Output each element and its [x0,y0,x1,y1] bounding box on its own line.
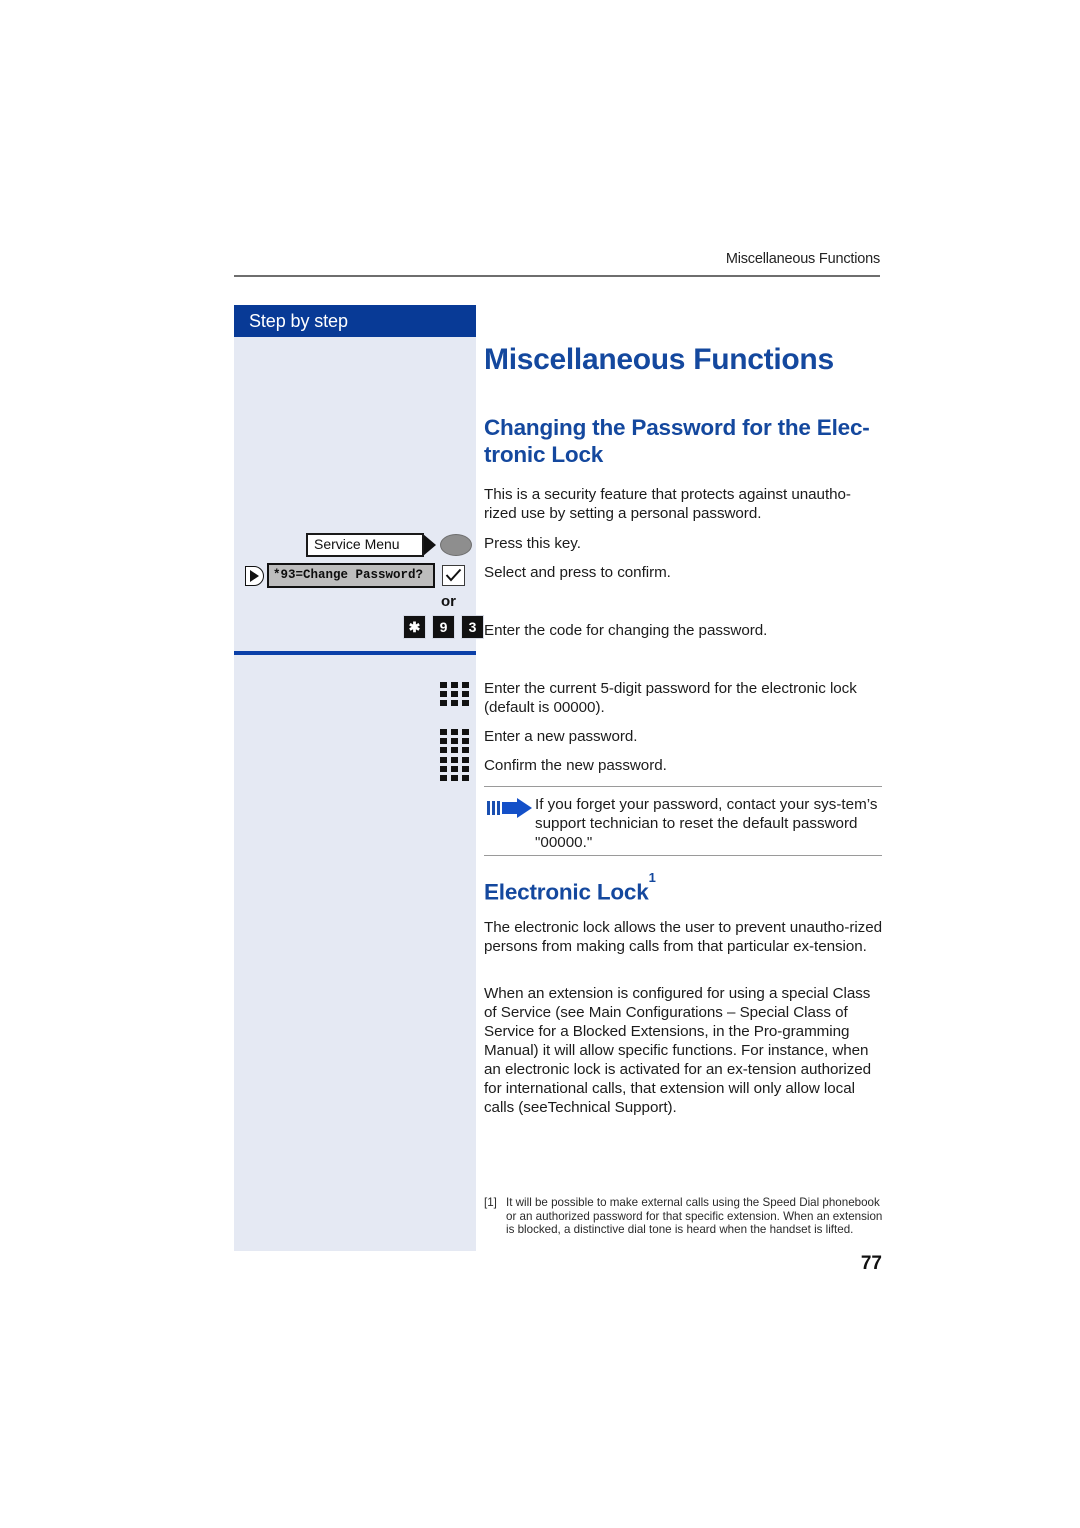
note-rule-top [484,786,882,787]
running-header: Miscellaneous Functions [725,251,880,267]
checkmark-key-icon[interactable] [442,565,465,586]
paragraph-select: Select and press to confirm. [484,564,671,581]
paragraph-current: Enter the current 5-digit password for t… [484,680,857,716]
section-heading-password: Changing the Password for the Elec- tron… [484,415,870,467]
display-line-row[interactable]: *93=Change Password? [245,563,465,588]
service-menu-label[interactable]: Service Menu [306,533,424,557]
keypad-icon[interactable] [440,729,469,755]
note-rule-bottom [484,855,882,856]
paragraph-intro: This is a security feature that protects… [484,486,851,522]
paragraph-code: Enter the code for changing the password… [484,622,768,639]
paragraph-press: Press this key. [484,535,581,552]
keypad-icon[interactable] [440,682,469,708]
footnote-ref: 1 [648,869,656,885]
phone-display-text: *93=Change Password? [267,563,435,588]
page-title: Miscellaneous Functions [484,343,834,376]
section-heading-electronic-lock-text: Electronic Lock [484,879,649,905]
service-menu-softkey-row[interactable]: Service Menu [306,533,472,557]
sidebar-title: Step by step [234,305,476,337]
section-heading-electronic-lock: Electronic Lock1 [484,869,884,906]
key-3[interactable]: 3 [461,615,484,639]
footnote-body: It will be possible to make external cal… [506,1196,883,1236]
checkmark-glyph [445,568,462,582]
note-arrow-icon [487,798,535,818]
key-9[interactable]: 9 [432,615,455,639]
header-rule [234,275,880,277]
key-star[interactable]: ✱ [403,615,426,639]
oval-key-icon[interactable] [440,534,472,556]
footnote: [1] It will be possible to make external… [484,1196,884,1237]
paragraph-lock-1: The electronic lock allows the user to p… [484,919,882,955]
paragraph-new-password: Enter a new password. [484,728,638,745]
note-text: If you forget your password, contact you… [535,796,878,851]
footnote-marker: [1] [484,1196,497,1209]
right-arrow-key-icon[interactable] [245,565,264,586]
page-number: 77 [860,1253,882,1274]
paragraph-confirm: Confirm the new password. [484,757,667,774]
or-label: or [441,593,456,610]
paragraph-lock-2: When an extension is configured for usin… [484,985,872,1116]
softkey-pointer-icon [423,534,436,556]
document-page: Miscellaneous Functions Step by step Ser… [0,0,1080,1528]
keypad-icon[interactable] [440,757,469,783]
sidebar-divider [234,651,476,655]
dial-code-keys[interactable]: ✱ 9 3 [403,615,490,639]
